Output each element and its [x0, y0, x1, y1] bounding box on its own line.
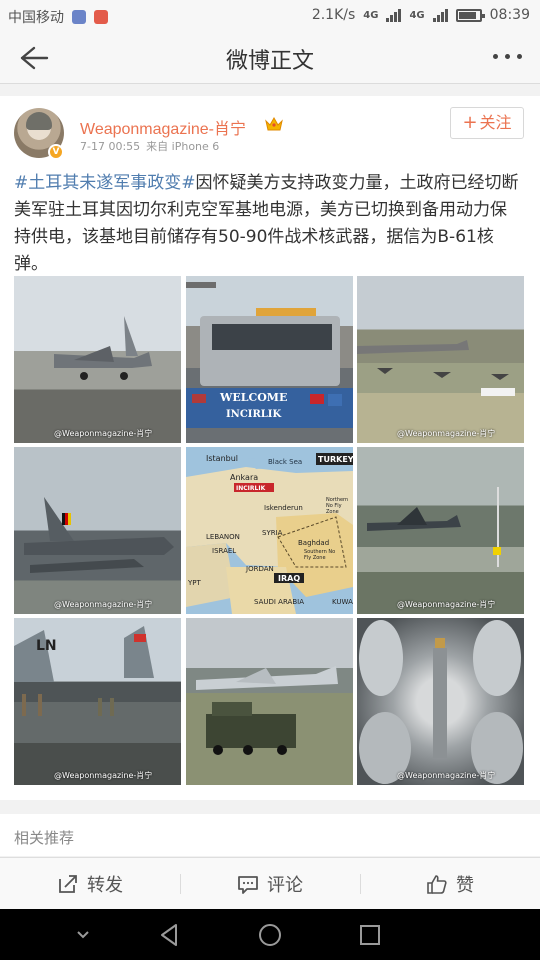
like-button[interactable]: 赞: [360, 858, 540, 910]
username[interactable]: Weaponmagazine-肖宁: [80, 115, 246, 139]
map-label-iskenderun: Iskenderun: [264, 504, 303, 512]
watermark: @Weaponmagazine-肖宁: [397, 771, 496, 780]
follow-label: 关注: [479, 113, 512, 132]
image-tornado-jets[interactable]: @Weaponmagazine-肖宁: [14, 447, 181, 614]
network-type-2: 4G: [409, 9, 425, 21]
signal-icon: [386, 8, 402, 22]
battery-level: [458, 11, 476, 19]
repost-label: 转发: [87, 875, 123, 896]
notification-app-icon: [94, 10, 108, 24]
tanker-illustration: [196, 666, 338, 755]
like-label: 赞: [456, 875, 474, 896]
post-time: 7-17 00:55: [80, 140, 141, 153]
watermark: @Weaponmagazine-肖宁: [54, 429, 153, 438]
follow-button[interactable]: + 关注: [450, 107, 524, 139]
incirlik-sign-text: INCIRLIK: [226, 409, 282, 420]
comment-label: 评论: [267, 875, 303, 896]
related-section: 相关推荐: [0, 814, 540, 856]
map-label-baghdad: Baghdad: [298, 539, 330, 547]
more-button[interactable]: [493, 54, 522, 59]
bombs-illustration: [359, 620, 523, 784]
carrier-name: 中国移动: [8, 10, 64, 26]
network-type: 4G: [363, 9, 379, 21]
watermark: @Weaponmagazine-肖宁: [54, 771, 153, 780]
post-device: 来自 iPhone 6: [146, 140, 220, 153]
more-dots-icon: [493, 54, 498, 59]
map-label-black-sea: Black Sea: [268, 458, 303, 466]
map-label-kuwait: KUWA: [332, 598, 353, 606]
map-label-ankara: Ankara: [230, 473, 259, 482]
comment-icon: [238, 876, 258, 894]
comment-button[interactable]: 评论: [180, 858, 360, 910]
square-recent-icon[interactable]: [357, 922, 383, 948]
map-label-saudi: SAUDI ARABIA: [254, 598, 304, 606]
tail-code-text: LN: [36, 638, 57, 654]
crown-icon[interactable]: [264, 115, 284, 132]
network-speed: 2.1K/s: [311, 7, 356, 23]
image-airbase[interactable]: @Weaponmagazine-肖宁: [357, 276, 524, 443]
airbase-illustration: [357, 340, 515, 396]
tornado-illustration: [24, 497, 174, 573]
repost-button[interactable]: 转发: [0, 858, 180, 910]
transport-illustration: [367, 487, 501, 567]
verified-badge: V: [48, 144, 64, 160]
map-label-syria: SYRIA: [262, 529, 283, 537]
map-label-southern-zone: Southern No Fly Zone: [304, 549, 336, 561]
image-f16-jet[interactable]: @Weaponmagazine-肖宁: [14, 276, 181, 443]
post-meta: 7-17 00:55 来自 iPhone 6: [80, 138, 219, 154]
image-region-map[interactable]: Istanbul Black Sea TURKEY Ankara INCIRLI…: [186, 447, 353, 614]
image-kc135-tanker[interactable]: [186, 618, 353, 785]
watermark: @Weaponmagazine-肖宁: [397, 429, 496, 438]
image-c17-transport[interactable]: @Weaponmagazine-肖宁: [357, 447, 524, 614]
watermark: @Weaponmagazine-肖宁: [397, 600, 496, 609]
status-bar: 中国移动 2.1K/s 4G 4G 08:39: [0, 0, 540, 32]
title-bar: 微博正文: [0, 32, 540, 84]
battery-icon: [455, 8, 485, 22]
thumbs-up-icon: [427, 875, 447, 894]
signal-icon-2: [432, 8, 448, 22]
map-label-iraq: IRAQ: [278, 574, 301, 583]
plus-icon: +: [462, 112, 478, 133]
topic-link[interactable]: #土耳其未遂军事政变#: [14, 173, 196, 193]
image-grid: @Weaponmagazine-肖宁 WELCOME INCIRLIK @Wea…: [14, 276, 524, 786]
image-f15-jets[interactable]: LN @Weaponmagazine-肖宁: [14, 618, 181, 785]
jet-illustration: [54, 316, 152, 380]
map-label-turkey: TURKEY: [318, 455, 353, 464]
action-bar: 转发 评论 赞: [0, 857, 540, 909]
related-label: 相关推荐: [14, 829, 75, 847]
map-label-lebanon: LEBANON: [206, 533, 240, 541]
watermark: @Weaponmagazine-肖宁: [54, 600, 153, 609]
circle-home-icon[interactable]: [257, 922, 283, 948]
page-title: 微博正文: [225, 49, 314, 74]
post-text: #土耳其未遂军事政变#因怀疑美方支持政变力量，土政府已经切断美军驻土耳其因切尔利…: [14, 170, 522, 278]
system-nav-bar: [0, 909, 540, 960]
image-incirlik-truck[interactable]: WELCOME INCIRLIK: [186, 276, 353, 443]
map-label-istanbul: Istanbul: [206, 454, 239, 463]
chevron-down-icon[interactable]: [70, 922, 96, 948]
map-label-jordan: JORDAN: [246, 565, 274, 573]
post-card: V Weaponmagazine-肖宁 7-17 00:55 来自 iPhone …: [0, 96, 540, 800]
notification-app-icon: [72, 10, 86, 24]
triangle-back-icon[interactable]: [157, 922, 183, 948]
map-label-incirlik: INCIRLIK: [236, 485, 266, 492]
map-label-northern-zone: Northern No Fly Zone: [326, 497, 349, 515]
map-label-egypt: YPT: [188, 579, 201, 587]
clock: 08:39: [489, 7, 530, 23]
image-b61-bombs[interactable]: @Weaponmagazine-肖宁: [357, 618, 524, 785]
share-icon: [59, 875, 77, 893]
welcome-sign-text: WELCOME: [220, 391, 288, 404]
map-label-israel: ISRAEL: [212, 547, 237, 555]
